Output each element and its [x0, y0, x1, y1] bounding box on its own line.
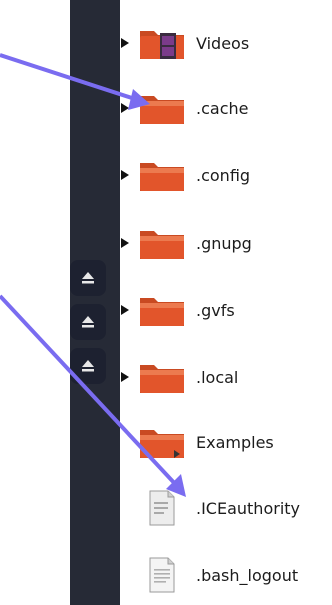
tree-item-label: .gnupg: [196, 233, 252, 253]
eject-icon: [82, 360, 94, 372]
tree-item-config[interactable]: .config: [120, 150, 250, 200]
folder-icon: [140, 298, 184, 326]
expander-arrow-icon[interactable]: [120, 99, 138, 117]
file-icon: [149, 490, 175, 526]
file-tree: Videos .cache .config .gnupg .gvfs .loca…: [120, 0, 332, 605]
tree-item-gvfs[interactable]: .gvfs: [120, 285, 235, 335]
expander-arrow-icon[interactable]: [120, 166, 138, 184]
tree-item-videos[interactable]: Videos: [120, 18, 249, 68]
eject-button-1[interactable]: [70, 260, 106, 296]
folder-icon: [140, 96, 184, 124]
eject-button-3[interactable]: [70, 348, 106, 384]
eject-icon: [82, 272, 94, 284]
expander-arrow-icon[interactable]: [120, 301, 138, 319]
device-strip: [70, 0, 120, 605]
tree-item-label: .bash_logout: [196, 565, 299, 585]
tree-item-examples[interactable]: Examples: [120, 417, 274, 467]
tree-item-label: .local: [196, 367, 239, 387]
folder-icon: [140, 163, 184, 191]
tree-item-gnupg[interactable]: .gnupg: [120, 218, 252, 268]
tree-item-label: .gvfs: [196, 300, 235, 320]
folder-icon: [140, 365, 184, 393]
folder-icon: [140, 231, 184, 259]
expander-arrow-icon[interactable]: [120, 368, 138, 386]
tree-item-local[interactable]: .local: [120, 352, 238, 402]
text-file-icon: [149, 557, 175, 593]
tree-item-label: .config: [196, 165, 251, 185]
tree-item-iceauthority[interactable]: .ICEauthority: [120, 483, 300, 533]
tree-item-label: .ICEauthority: [196, 498, 300, 518]
device-sidebar: [0, 0, 120, 605]
expander-arrow-icon[interactable]: [120, 34, 138, 52]
tree-item-bash-logout[interactable]: .bash_logout: [120, 550, 298, 600]
expander-arrow-icon[interactable]: [120, 234, 138, 252]
folder-link-icon: [140, 430, 184, 458]
eject-button-2[interactable]: [70, 304, 106, 340]
eject-icon: [82, 316, 94, 328]
tree-item-label: Examples: [196, 432, 274, 452]
tree-item-cache[interactable]: .cache: [120, 83, 248, 133]
tree-item-label: .cache: [196, 98, 249, 118]
videos-folder-icon: [140, 31, 184, 59]
tree-item-label: Videos: [196, 33, 250, 53]
